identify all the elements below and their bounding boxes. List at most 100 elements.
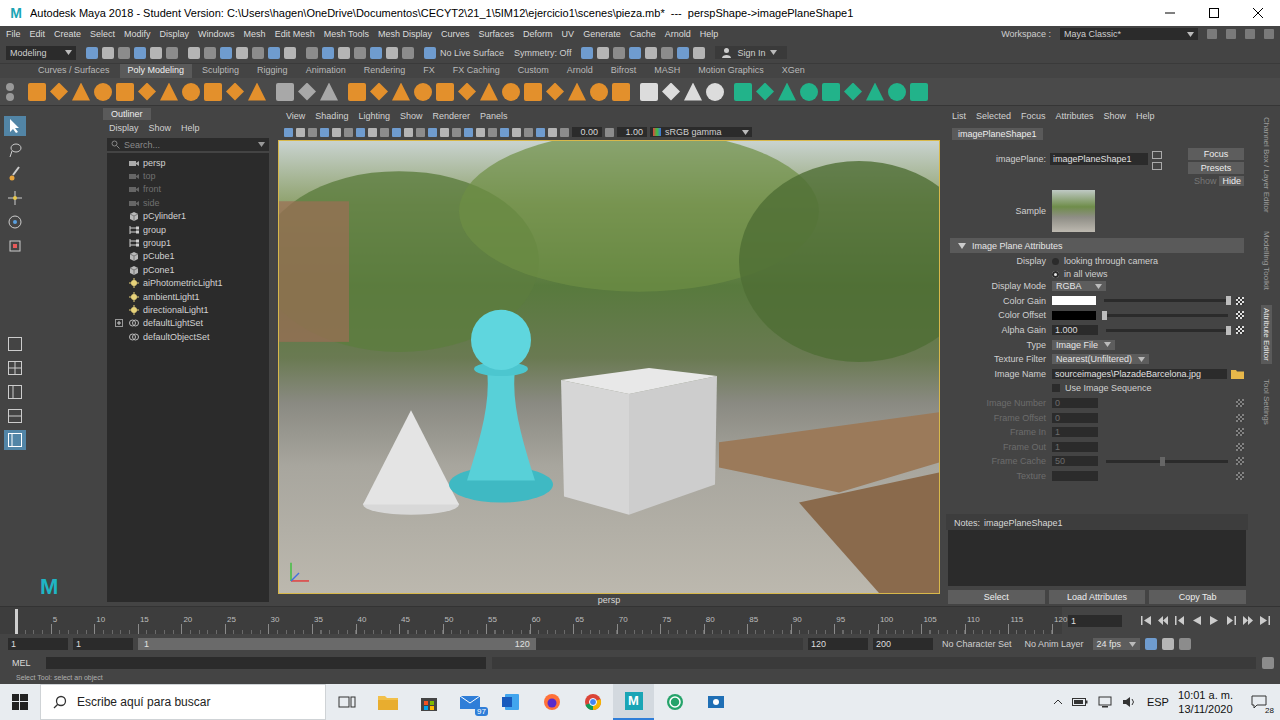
side-tab[interactable]: Channel Box / Layer Editor [1261,114,1272,216]
radio-option[interactable]: in all views [1052,269,1158,279]
slider-track[interactable] [1104,314,1228,317]
shelf-tool-icon[interactable] [226,83,244,101]
tool-icon[interactable] [86,47,98,59]
battery-icon[interactable] [1072,696,1088,708]
select-tool[interactable] [4,116,26,136]
scale-tool[interactable] [4,236,26,256]
character-set[interactable]: No Character Set [938,639,1016,649]
move-tool[interactable] [4,188,26,208]
script-language[interactable]: MEL [12,658,40,668]
editor-button[interactable]: Copy Tab [1149,590,1246,604]
menu-item[interactable]: Help [181,123,200,133]
shelf-tab[interactable]: FX Caching [445,64,508,78]
slider-knob[interactable] [1160,457,1165,466]
tool-icon[interactable] [268,47,280,59]
menu-item[interactable]: View [286,111,305,121]
shelf-tool-icon[interactable] [910,83,928,101]
firefox-app[interactable] [531,684,572,720]
panel-tool-icon[interactable] [548,128,557,137]
menu-item[interactable]: File [6,29,21,39]
menu-item[interactable]: Mesh Display [378,29,432,39]
tool-icon[interactable] [284,47,296,59]
shelf-tab[interactable]: MASH [646,64,688,78]
panel-tool-icon[interactable] [380,128,389,137]
shelf-tool-icon[interactable] [546,83,564,101]
animation-start-field[interactable]: 1 [8,638,68,650]
menu-item[interactable]: UV [562,29,575,39]
number-field[interactable]: 0 [1052,413,1098,423]
shelf-tab[interactable]: Animation [298,64,354,78]
menu-item[interactable]: Display [160,29,190,39]
menu-item[interactable]: Create [54,29,81,39]
panel-tool-icon[interactable] [356,128,365,137]
outliner-item[interactable]: group [107,223,269,236]
menu-item[interactable]: Mesh Tools [324,29,369,39]
layout-icon[interactable] [1264,29,1274,39]
layout-icon[interactable] [1226,29,1236,39]
notes-field[interactable] [948,530,1246,586]
radio-option[interactable]: looking through camera [1052,256,1158,266]
panel-tool-icon[interactable] [440,128,449,137]
outliner-item[interactable]: defaultLightSet [107,317,269,330]
taskbar-search[interactable]: Escribe aquí para buscar [40,684,326,720]
tool-icon[interactable] [118,47,130,59]
editor-button[interactable]: Select [948,590,1045,604]
outliner-item[interactable]: pCone1 [107,263,269,276]
shelf-tool-icon[interactable] [524,83,542,101]
panel-tool-icon[interactable] [392,128,401,137]
range-bar[interactable]: 1120 [138,638,536,650]
fps-dropdown[interactable]: 24 fps [1093,638,1141,650]
shelf-tool-icon[interactable] [160,83,178,101]
node-name-field[interactable]: imagePlaneShape1 [1050,153,1148,165]
maya-app[interactable]: M [613,684,654,720]
close-button[interactable] [1236,0,1280,26]
step-forward-key-icon[interactable] [1243,616,1253,625]
slider-knob[interactable] [1226,326,1231,335]
number-field[interactable]: 0 [1052,398,1098,408]
task-view-button[interactable] [326,684,367,720]
shelf-tab[interactable]: Sculpting [194,64,247,78]
number-field[interactable]: 1 [1052,442,1098,452]
menu-item[interactable]: Lighting [358,111,390,121]
gear-icon[interactable] [6,83,14,91]
menu-item[interactable]: Panels [480,111,508,121]
color-swatch[interactable] [1052,311,1096,320]
dropdown[interactable]: Image File [1052,340,1115,350]
outliner-item[interactable]: defaultObjectSet [107,330,269,343]
step-back-icon[interactable] [1175,616,1185,625]
four-pane-layout[interactable] [4,358,26,378]
anim-layer[interactable]: No Anim Layer [1021,639,1088,649]
shelf-tool-icon[interactable] [414,83,432,101]
shelf-tab[interactable]: Arnold [559,64,601,78]
menu-item[interactable]: Help [1136,111,1155,121]
tool-icon[interactable] [252,47,264,59]
tool-icon[interactable] [386,47,398,59]
outliner-item[interactable]: ambientLight1 [107,290,269,303]
tool-icon[interactable] [204,47,216,59]
side-tab[interactable]: Tool Settings [1261,376,1272,428]
panel-tool-icon[interactable] [320,128,329,137]
tool-icon[interactable] [220,47,232,59]
menu-item[interactable]: Mesh [244,29,266,39]
start-button[interactable] [0,684,40,720]
shelf-tool-icon[interactable] [800,83,818,101]
map-button-icon[interactable] [1236,297,1244,305]
shelf-tool-icon[interactable] [844,83,862,101]
panel-tool-icon[interactable] [452,128,461,137]
node-button[interactable]: Presets [1188,162,1244,174]
map-button-icon[interactable] [1236,428,1244,436]
shelf-tool-icon[interactable] [684,83,702,101]
color-space-dropdown[interactable]: sRGB gamma [650,127,752,137]
current-frame-field[interactable]: 1 [1068,615,1122,627]
panel-tool-icon[interactable] [332,128,341,137]
tool-icon[interactable] [306,47,318,59]
outliner-tab[interactable]: Outliner [103,108,151,120]
expand-icon[interactable] [115,319,123,327]
side-pane-layout[interactable] [4,382,26,402]
panel-tool-icon[interactable] [284,128,293,137]
shelf-tool-icon[interactable] [298,83,316,101]
tool-icon[interactable] [402,47,414,59]
playback-start-field[interactable]: 1 [73,638,133,650]
shelf-tool-icon[interactable] [94,83,112,101]
menu-item[interactable]: Edit [30,29,46,39]
